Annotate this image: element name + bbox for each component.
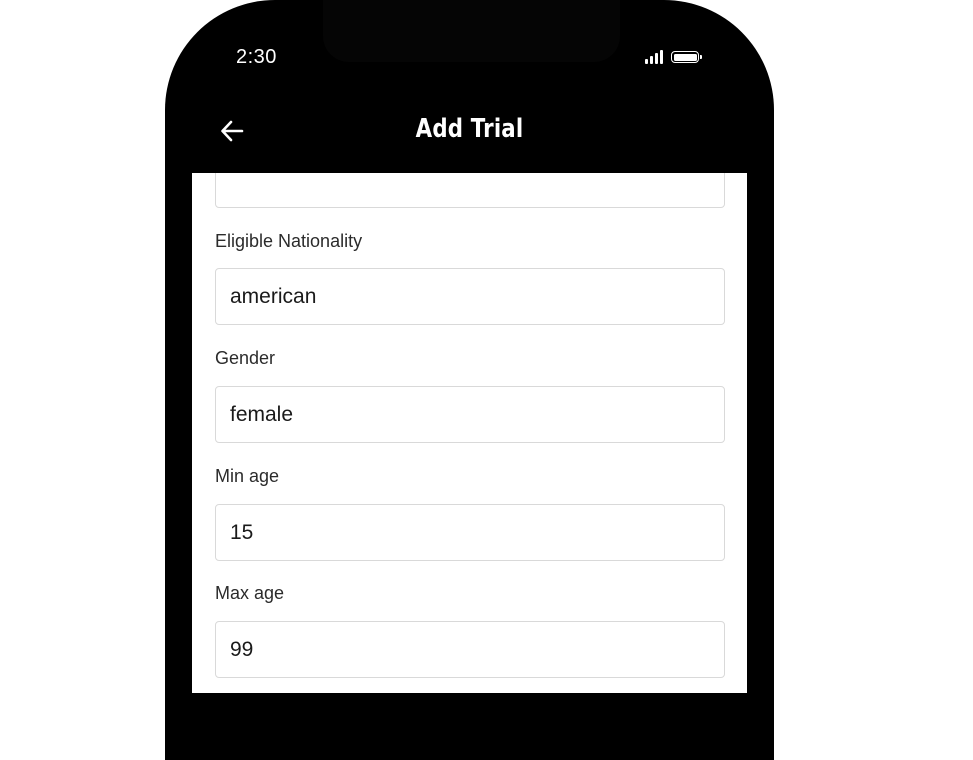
eligible-nationality-label: Eligible Nationality — [215, 231, 363, 251]
max-age-label: Max age — [215, 583, 285, 603]
min-age-input[interactable] — [215, 504, 725, 561]
max-age-input[interactable] — [215, 621, 725, 678]
page-title: Add Trial — [415, 114, 524, 144]
gender-label: Gender — [215, 348, 276, 368]
eligible-nationality-input[interactable] — [215, 268, 725, 325]
form-content[interactable]: Eligible Nationality Gender Min age Max … — [192, 173, 747, 693]
phone-notch — [323, 0, 620, 62]
gender-input[interactable] — [215, 386, 725, 443]
signal-bars-icon — [645, 50, 663, 64]
status-time: 2:30 — [236, 46, 277, 68]
previous-field-input[interactable] — [215, 173, 725, 208]
battery-icon — [671, 51, 702, 63]
min-age-label: Min age — [215, 466, 280, 486]
status-icons — [645, 48, 702, 66]
